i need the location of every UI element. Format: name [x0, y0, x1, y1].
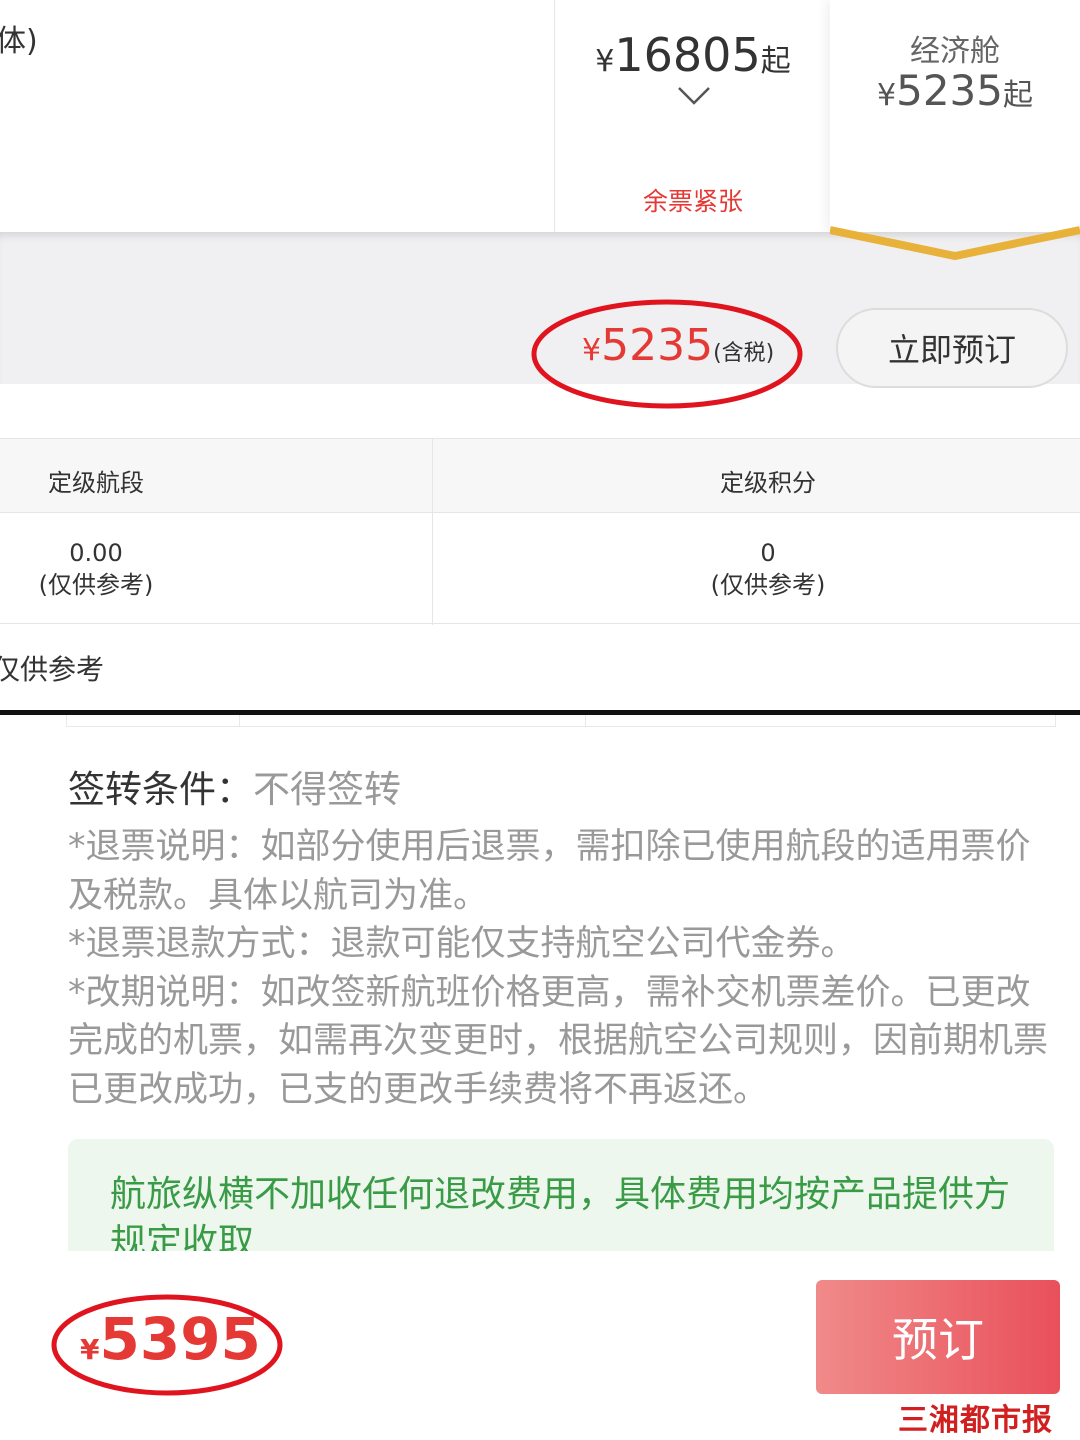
- endorse-value: 不得签转: [253, 768, 401, 811]
- table-cell-note: (仅供参考): [38, 571, 154, 599]
- column-divider: [239, 715, 240, 727]
- endorse-condition: 签转条件：不得签转: [68, 759, 401, 813]
- cabin-option-business[interactable]: ¥16805起 余票紧张: [554, 0, 830, 232]
- cabin-option-economy[interactable]: 经济舱 ¥5235起: [830, 0, 1080, 232]
- endorse-label: 签转条件：: [68, 768, 253, 811]
- watermark-logo: 三湘都市报: [898, 1403, 1053, 1438]
- price-value: 16805: [614, 28, 761, 82]
- table-cell: 0: [760, 539, 776, 567]
- yen-sign: ¥: [595, 44, 615, 79]
- price-suffix: 起: [1002, 78, 1033, 113]
- change-rule: *改期说明：如改签新航班价格更高，需补交机票差价。已更改完成的机票，如需再次变更…: [68, 972, 1049, 1110]
- table-header: 定级航段: [48, 469, 144, 497]
- refund-method-rule: *退票退款方式：退款可能仅支持航空公司代金券。: [68, 924, 856, 964]
- table-cell: 0.00: [69, 539, 123, 567]
- flight-info-column: 体): [0, 0, 554, 232]
- price-value: 5235: [896, 66, 1003, 115]
- refund-rules-panel: 签转条件：不得签转 *退票说明：如部分使用后退票，需扣除已使用航段的适用票价及税…: [0, 715, 1080, 1440]
- cabin-price: ¥16805起: [555, 28, 831, 82]
- price-suffix: 起: [760, 44, 791, 79]
- yen-sign: ¥: [877, 78, 897, 113]
- points-table: 定级航段 定级积分 0.00 (仅供参考) 0 (仅供参考): [0, 438, 1080, 625]
- flight-detail-panel: 体) ¥16805起 余票紧张 经济舱 ¥5235起 ¥5235(含税) 立即预…: [0, 0, 1080, 712]
- fee-notice: 航旅纵横不加收任何退改费用，具体费用均按产品提供方规定收取: [68, 1139, 1054, 1251]
- highlight-circle: [531, 299, 803, 409]
- selected-indicator: [830, 226, 1080, 261]
- table-header: 定级积分: [720, 469, 816, 497]
- rules-text: *退票说明：如部分使用后退票，需扣除已使用航段的适用票价及税款。具体以航司为准。…: [68, 823, 1058, 1114]
- refund-rule: *退票说明：如部分使用后退票，需扣除已使用航段的适用票价及税款。具体以航司为准。: [68, 827, 1031, 916]
- book-button[interactable]: 预订: [816, 1280, 1060, 1394]
- book-now-button[interactable]: 立即预订: [836, 308, 1068, 388]
- ticket-status: 余票紧张: [642, 187, 743, 216]
- highlight-circle: [51, 1294, 283, 1396]
- truncated-text: 体): [0, 24, 38, 59]
- cabin-price: ¥5235起: [830, 66, 1080, 115]
- cabin-name: 经济舱: [910, 34, 1000, 69]
- reference-note: 仅供参考: [0, 653, 105, 686]
- table-cell-note: (仅供参考): [710, 571, 826, 599]
- chevron-down-icon[interactable]: [677, 84, 711, 108]
- table-remnant: [66, 715, 1056, 727]
- column-divider: [585, 715, 586, 727]
- fee-notice-text: 航旅纵横不加收任何退改费用，具体费用均按产品提供方规定收取: [110, 1174, 1011, 1251]
